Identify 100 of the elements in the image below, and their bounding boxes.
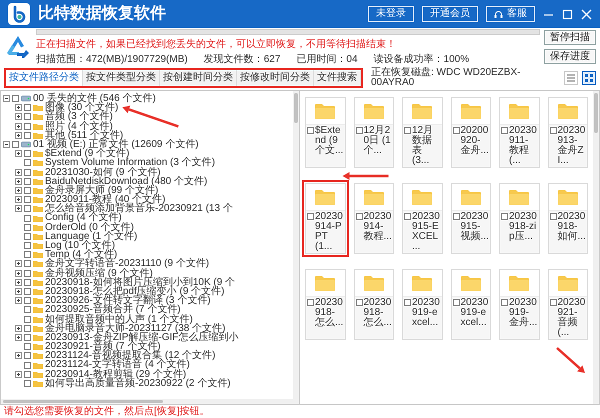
expand-icon[interactable] [15, 278, 22, 286]
tree-checkbox[interactable] [24, 186, 31, 194]
expand-icon[interactable] [15, 324, 22, 332]
tree-item[interactable]: BaiduNetdiskDownload (480 个文件) [45, 176, 208, 186]
expand-icon[interactable] [15, 168, 22, 176]
scrollbar[interactable] [1, 399, 299, 404]
tree-item[interactable]: 金舟视频压缩 (9 个文件) [45, 268, 153, 278]
save-progress-button[interactable]: 保存进度 [544, 49, 596, 64]
close-icon[interactable] [581, 8, 592, 20]
tree-item[interactable]: 音频 (3 个文件) [45, 112, 113, 122]
tree-checkbox[interactable] [24, 224, 31, 231]
tree-checkbox[interactable] [24, 214, 31, 222]
expand-icon[interactable] [15, 122, 22, 130]
tree-checkbox[interactable] [24, 288, 31, 296]
folder-tile[interactable]: 20230913-金舟ZI... [548, 97, 588, 168]
expand-icon[interactable] [15, 352, 22, 360]
expand-icon[interactable] [15, 297, 22, 304]
tile-checkbox[interactable] [356, 213, 362, 220]
tile-checkbox[interactable] [356, 127, 362, 134]
expand-icon[interactable] [15, 260, 22, 268]
folder-tile[interactable]: 12月20日 (1 个... [354, 97, 394, 168]
tree-item[interactable]: 20231124-音视频提取合集 (12 个文件) [45, 351, 216, 360]
expand-icon[interactable] [15, 178, 22, 185]
folder-tile[interactable]: 20230919-金舟... [499, 269, 540, 340]
expand-icon[interactable] [15, 270, 22, 277]
tree-item[interactable]: Config (4 个文件) [45, 213, 122, 223]
tree-checkbox[interactable] [24, 297, 31, 304]
tree-item[interactable]: 金舟电脑录音大师-20231127 (38 个文件) [45, 324, 226, 333]
folder-tile[interactable]: 20230918-怎么... [354, 269, 394, 340]
folder-tile[interactable]: 20230918-zip压... [499, 183, 540, 254]
scrollbar[interactable] [293, 91, 299, 399]
tree-checkbox[interactable] [24, 242, 31, 250]
tile-checkbox[interactable] [307, 299, 314, 306]
tile-checkbox[interactable] [501, 127, 508, 134]
tree-item[interactable]: 图像 (30 个文件) [45, 103, 118, 112]
expand-icon[interactable] [15, 205, 22, 212]
tile-checkbox[interactable] [550, 127, 556, 134]
tree-checkbox[interactable] [24, 380, 31, 387]
tree-item[interactable]: Log (10 个文件) [45, 241, 116, 250]
category-tab[interactable]: 按创建时间分类 [160, 70, 237, 86]
membership-button[interactable]: 开通会员 [422, 6, 478, 22]
login-button[interactable]: 未登录 [368, 6, 414, 22]
tile-checkbox[interactable] [501, 213, 508, 220]
expand-icon[interactable] [15, 196, 22, 204]
tree-checkbox[interactable] [12, 141, 19, 148]
tile-checkbox[interactable] [550, 299, 556, 306]
tile-checkbox[interactable] [404, 299, 411, 306]
folder-tile[interactable]: $Extend (9 个文... [305, 97, 346, 168]
category-tab[interactable]: 按文件类型分类 [83, 70, 160, 86]
tile-checkbox[interactable] [550, 213, 556, 220]
collapse-icon[interactable] [3, 95, 10, 102]
category-tab[interactable]: 按修改时间分类 [237, 70, 314, 86]
expand-icon[interactable] [15, 150, 22, 158]
list-view-button[interactable] [564, 71, 578, 85]
tree-item[interactable]: 照片 (4 个文件) [45, 122, 113, 131]
tree-item[interactable]: 20231124-文字转语音 (4 个文件) [45, 360, 190, 370]
tree-item[interactable]: $Extend (9 个文件) [45, 149, 130, 158]
tree-checkbox[interactable] [24, 132, 31, 139]
tree-checkbox[interactable] [24, 122, 31, 130]
expand-icon[interactable] [15, 186, 22, 194]
tile-checkbox[interactable] [404, 127, 411, 134]
expand-icon[interactable] [15, 288, 22, 296]
tree-item[interactable]: 00 丢失的文件 (546 个文件) [33, 94, 156, 104]
grid-view-button[interactable] [582, 71, 596, 85]
expand-icon[interactable] [15, 334, 22, 341]
folder-tile[interactable]: 20230911-教程 (... [499, 97, 540, 168]
tree-checkbox[interactable] [24, 270, 31, 277]
folder-tile[interactable]: 20230918-怎么... [305, 269, 346, 340]
expand-icon[interactable] [15, 113, 22, 120]
category-tab[interactable]: 文件搜索 [314, 70, 361, 86]
tree-item[interactable]: 金舟文字转语音-20231110 (9 个文件) [45, 259, 210, 269]
expand-icon[interactable] [15, 370, 22, 378]
tree-checkbox[interactable] [12, 95, 19, 102]
tree-checkbox[interactable] [24, 324, 31, 332]
tree-checkbox[interactable] [24, 232, 31, 240]
folder-tile[interactable]: 20230914-教程... [354, 183, 394, 254]
tree-item[interactable]: 怎么给音频添加背景音乐-20230921 (13 个 [45, 204, 233, 214]
tree-checkbox[interactable] [24, 168, 31, 176]
expand-icon[interactable] [15, 132, 22, 139]
tile-checkbox[interactable] [356, 299, 362, 306]
tree-item[interactable]: 20230913-金舟ZIP解压缩-GIF怎么压缩到小 [45, 332, 238, 342]
folder-tile[interactable]: 20200920-金舟... [450, 97, 491, 168]
tree-checkbox[interactable] [24, 251, 31, 258]
tree-checkbox[interactable] [24, 113, 31, 120]
maximize-icon[interactable] [562, 8, 573, 20]
folder-tile[interactable]: 20230921-音频 (... [548, 269, 588, 340]
folder-tile[interactable]: 12月数据表 (3... [402, 97, 442, 168]
tree-item[interactable]: 金舟录屏大师 (99 个文件) [45, 186, 158, 196]
tile-checkbox[interactable] [452, 127, 460, 134]
tree-checkbox[interactable] [24, 196, 31, 204]
expand-icon[interactable] [15, 104, 22, 112]
folder-tile[interactable]: 20230915-视频... [450, 183, 491, 254]
tile-checkbox[interactable] [307, 213, 314, 220]
tile-checkbox[interactable] [404, 213, 411, 220]
folder-tile[interactable]: 20230919-excel... [402, 269, 442, 340]
tree-item[interactable]: 如何导出高质量音频-20230922 (2 个文件) [45, 378, 231, 388]
tree-item[interactable]: 20230926-文件转文字翻译 (3 个文件) [45, 296, 211, 306]
tree-checkbox[interactable] [24, 205, 31, 212]
tile-checkbox[interactable] [501, 299, 508, 306]
tile-checkbox[interactable] [452, 213, 460, 220]
